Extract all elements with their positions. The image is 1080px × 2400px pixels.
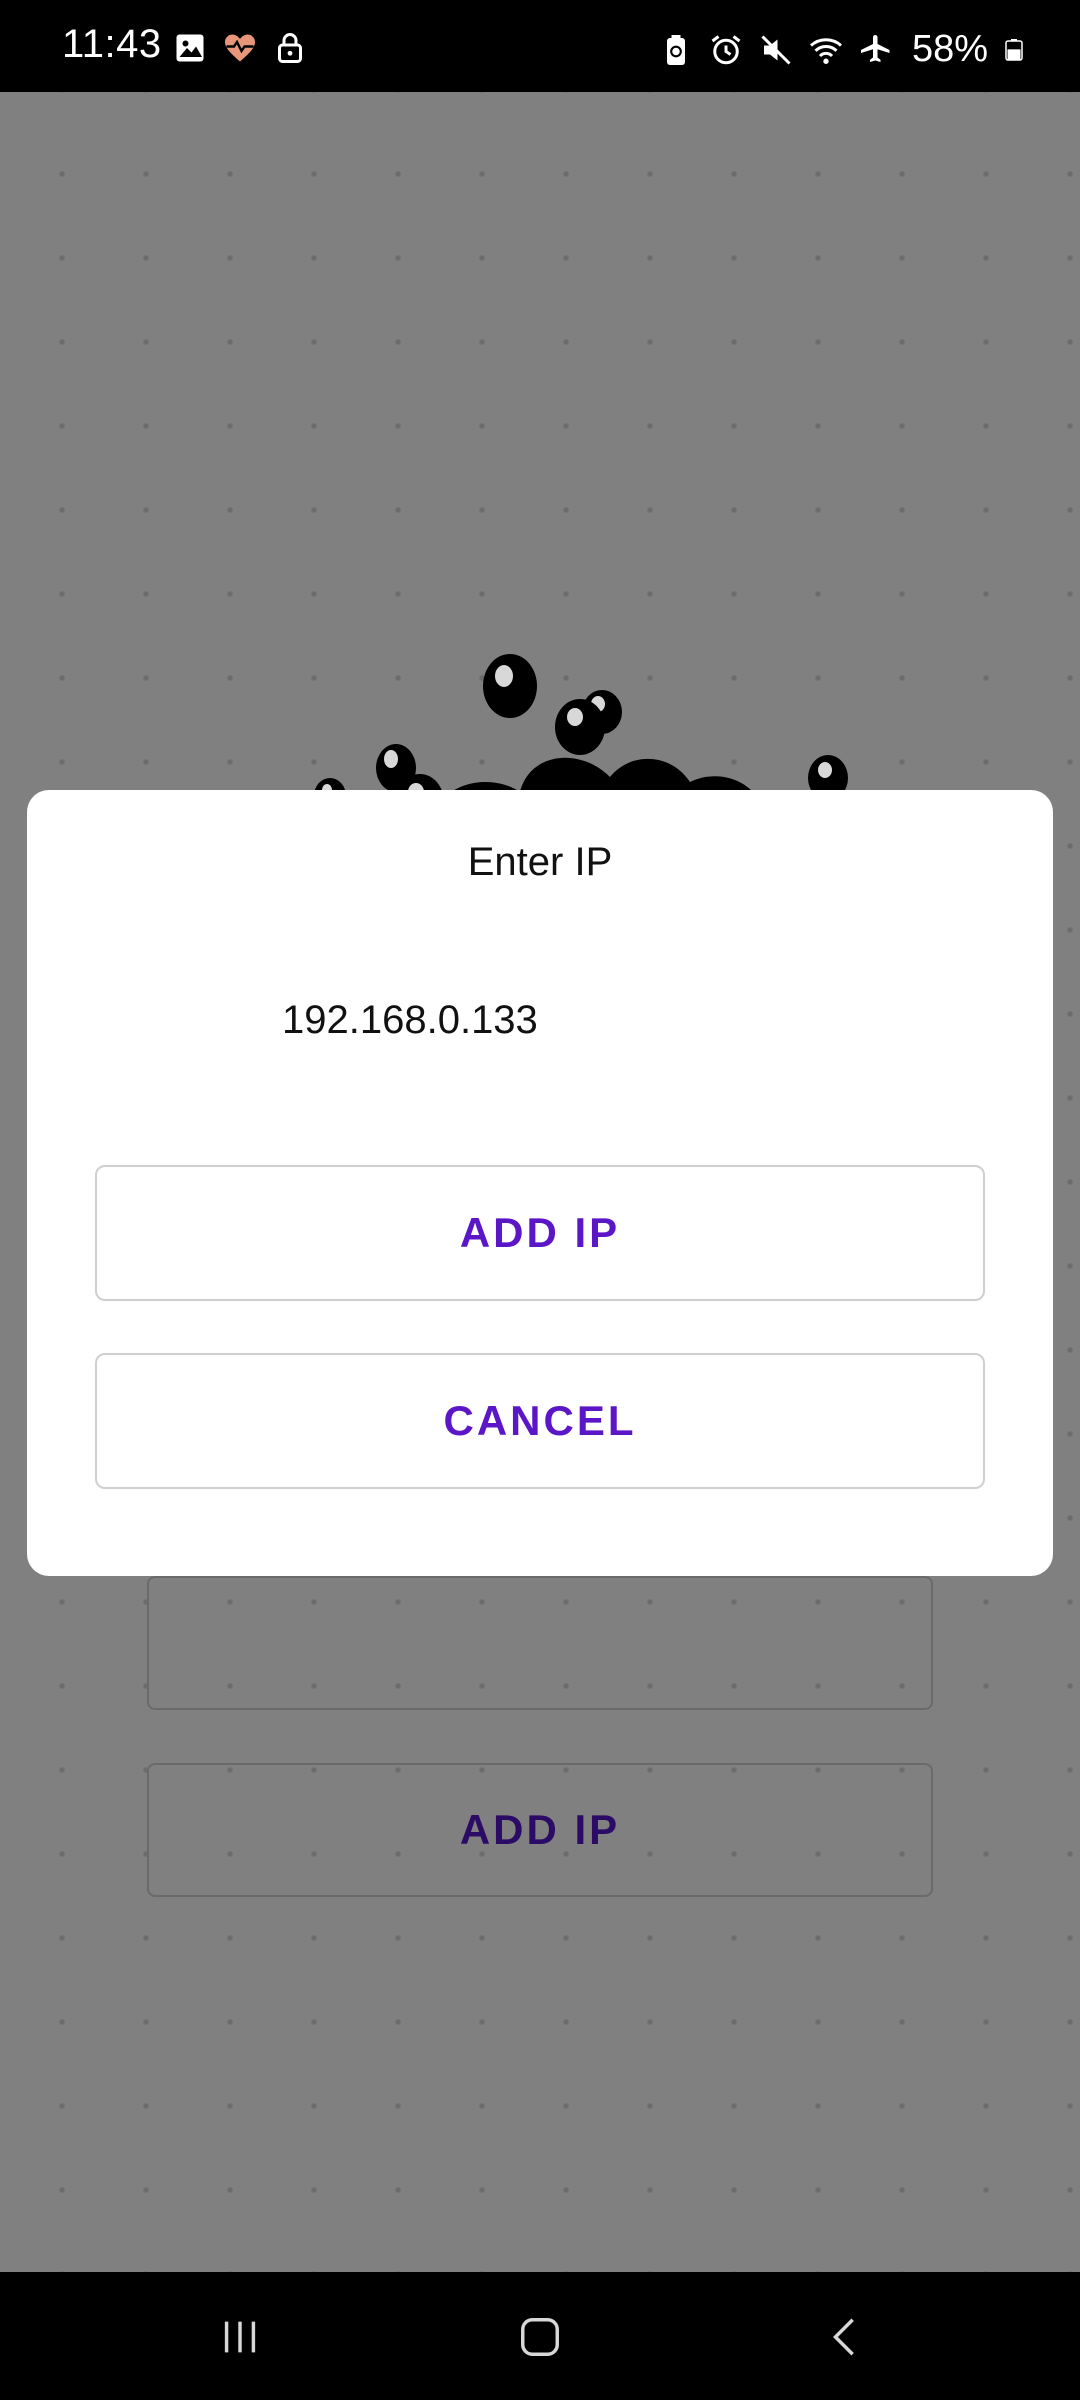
ip-input[interactable] — [282, 990, 882, 1050]
lock-icon — [278, 33, 302, 63]
navigation-bar — [0, 2272, 1080, 2400]
background-ip-field — [147, 1576, 933, 1710]
alarm-icon — [711, 34, 741, 64]
battery-percentage: 58% — [911, 28, 988, 70]
back-icon — [832, 2318, 854, 2356]
back-button[interactable] — [805, 2302, 885, 2372]
status-left-icons — [172, 30, 308, 66]
status-right-icons: 58% — [658, 28, 1026, 71]
battery-saver-icon — [666, 34, 685, 65]
background-add-ip-button: ADD IP — [147, 1763, 933, 1897]
enter-ip-dialog: Enter IP ADD IP CANCEL — [27, 790, 1053, 1576]
home-button[interactable] — [500, 2302, 580, 2372]
battery-icon — [1005, 38, 1023, 61]
dialog-title: Enter IP — [467, 840, 613, 884]
recents-icon — [224, 2321, 256, 2353]
add-ip-button[interactable]: ADD IP — [95, 1165, 985, 1301]
recents-button[interactable] — [200, 2302, 280, 2372]
mute-icon — [761, 34, 791, 65]
status-bar: 11:43 58% — [0, 0, 1080, 92]
gallery-icon — [176, 34, 204, 62]
background-add-ip-label: ADD IP — [459, 1806, 621, 1853]
cancel-button[interactable]: CANCEL — [95, 1353, 985, 1489]
wifi-icon — [809, 37, 842, 64]
home-icon — [521, 2318, 559, 2356]
screen: 11:43 58% ADD IP Enter IP 192.168.0.133 … — [0, 0, 1080, 2400]
health-icon — [225, 34, 255, 62]
status-time: 11:43 — [62, 22, 162, 66]
airplane-icon — [860, 34, 890, 62]
